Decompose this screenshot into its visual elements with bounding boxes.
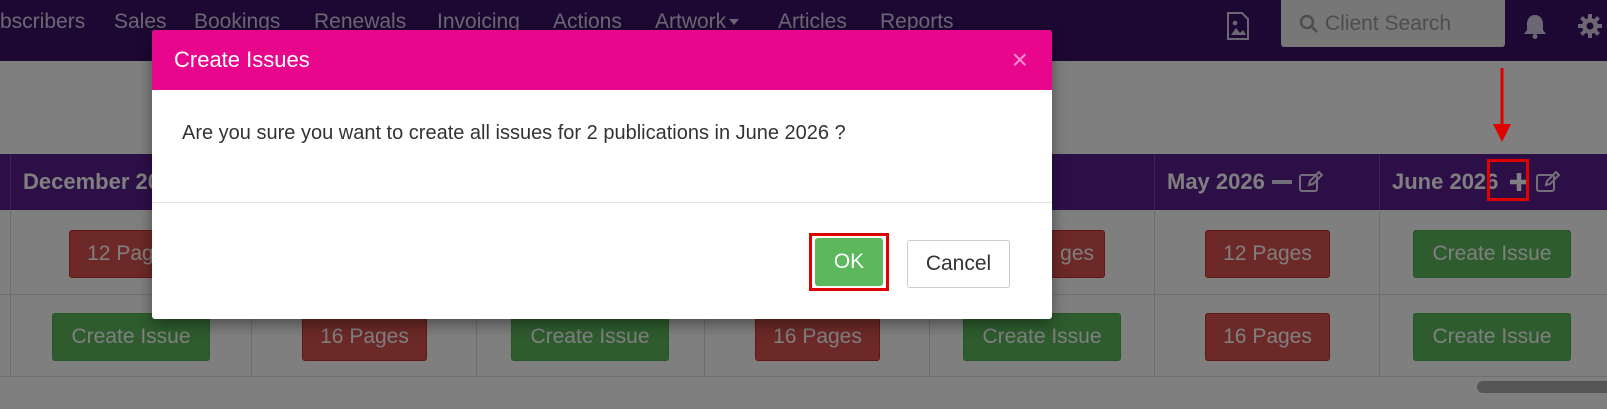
cancel-button[interactable]: Cancel: [907, 240, 1010, 288]
create-issues-dialog: Create Issues × Are you sure you want to…: [152, 30, 1052, 319]
dialog-header: Create Issues ×: [152, 30, 1052, 90]
dialog-title: Create Issues: [174, 47, 310, 72]
annotation-arrow-icon: [1493, 68, 1511, 142]
plus-highlight-box: [1487, 159, 1529, 201]
dialog-message: Are you sure you want to create all issu…: [182, 122, 846, 144]
close-icon[interactable]: ×: [1012, 44, 1028, 76]
ok-button[interactable]: OK: [815, 238, 883, 286]
dialog-body: Are you sure you want to create all issu…: [152, 90, 1052, 203]
